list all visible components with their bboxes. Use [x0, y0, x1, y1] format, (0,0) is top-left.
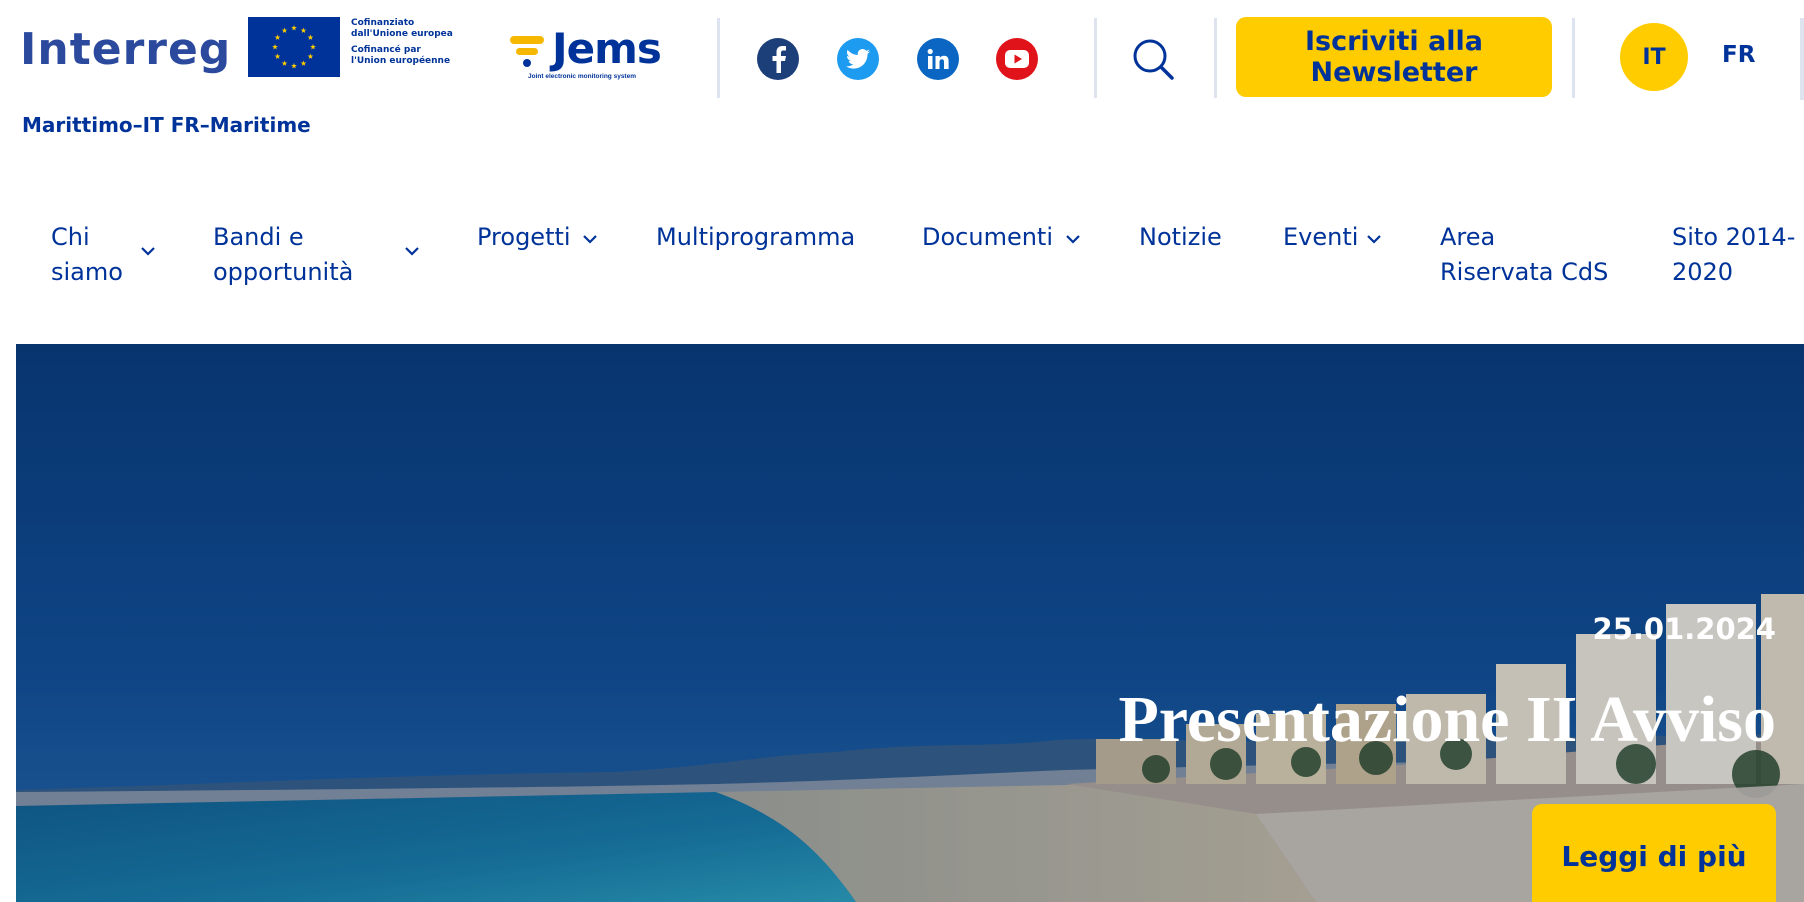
nav-item-bandi[interactable]: Bandi e opportunità: [213, 220, 373, 290]
nav-item-progetti[interactable]: Progetti: [477, 220, 571, 255]
read-more-button[interactable]: Leggi di più: [1532, 804, 1776, 902]
eu-text-fr-2: l'Union européenne: [351, 56, 451, 66]
language-fr-button[interactable]: FR: [1722, 42, 1755, 68]
divider: [1800, 18, 1804, 100]
chevron-down-icon[interactable]: [404, 246, 420, 256]
divider: [1572, 18, 1575, 98]
jems-title: Jems: [552, 24, 662, 73]
divider: [717, 18, 720, 98]
jems-logo[interactable]: Jems Joint electronic monitoring system: [510, 24, 675, 84]
eu-text-it-2: dall'Unione europea: [351, 29, 453, 39]
language-it-button[interactable]: IT: [1620, 23, 1688, 91]
hero-date: 25.01.2024: [1592, 612, 1776, 646]
eu-text-fr-1: Cofinancé par: [351, 45, 421, 55]
programme-name: Marittimo–IT FR–Maritime: [22, 113, 311, 137]
chevron-down-icon[interactable]: [1065, 234, 1081, 244]
nav-item-chi-siamo[interactable]: Chi siamo: [51, 220, 131, 290]
twitter-icon[interactable]: [837, 38, 879, 80]
nav-item-area-riservata[interactable]: Area Riservata CdS: [1440, 220, 1615, 290]
chevron-down-icon[interactable]: [582, 234, 598, 244]
youtube-icon[interactable]: [996, 38, 1038, 80]
chevron-down-icon[interactable]: [140, 246, 156, 256]
nav-item-eventi[interactable]: Eventi: [1283, 220, 1358, 255]
facebook-icon[interactable]: [757, 38, 799, 80]
hero-title: Presentazione II Avviso: [1118, 683, 1776, 756]
main-navigation: Chi siamo Bandi e opportunità Progetti M…: [0, 220, 1804, 310]
eu-flag-icon: [248, 17, 340, 77]
chevron-down-icon[interactable]: [1366, 234, 1382, 244]
linkedin-icon[interactable]: [917, 38, 959, 80]
jems-mark-icon: [510, 36, 544, 67]
nav-item-sito-2014-2020[interactable]: Sito 2014-2020: [1672, 220, 1800, 290]
nav-item-documenti[interactable]: Documenti: [922, 220, 1053, 255]
jems-tagline: Joint electronic monitoring system: [528, 73, 636, 80]
divider: [1094, 18, 1097, 98]
nav-item-multiprogramma[interactable]: Multiprogramma: [656, 220, 855, 255]
interreg-logo[interactable]: Interreg: [20, 24, 231, 75]
divider: [1214, 18, 1217, 98]
hero-banner: 25.01.2024 Presentazione II Avviso Leggi…: [16, 344, 1804, 902]
search-icon[interactable]: [1130, 36, 1176, 82]
eu-text-it-1: Cofinanziato: [351, 18, 415, 28]
eu-cofunding-text: Cofinanziato dall'Unione europea Cofinan…: [351, 18, 461, 67]
nav-item-notizie[interactable]: Notizie: [1139, 220, 1222, 255]
newsletter-button[interactable]: Iscriviti alla Newsletter: [1236, 17, 1552, 97]
site-header: Interreg Cofinanziato dall'Unione europe…: [0, 0, 1804, 150]
